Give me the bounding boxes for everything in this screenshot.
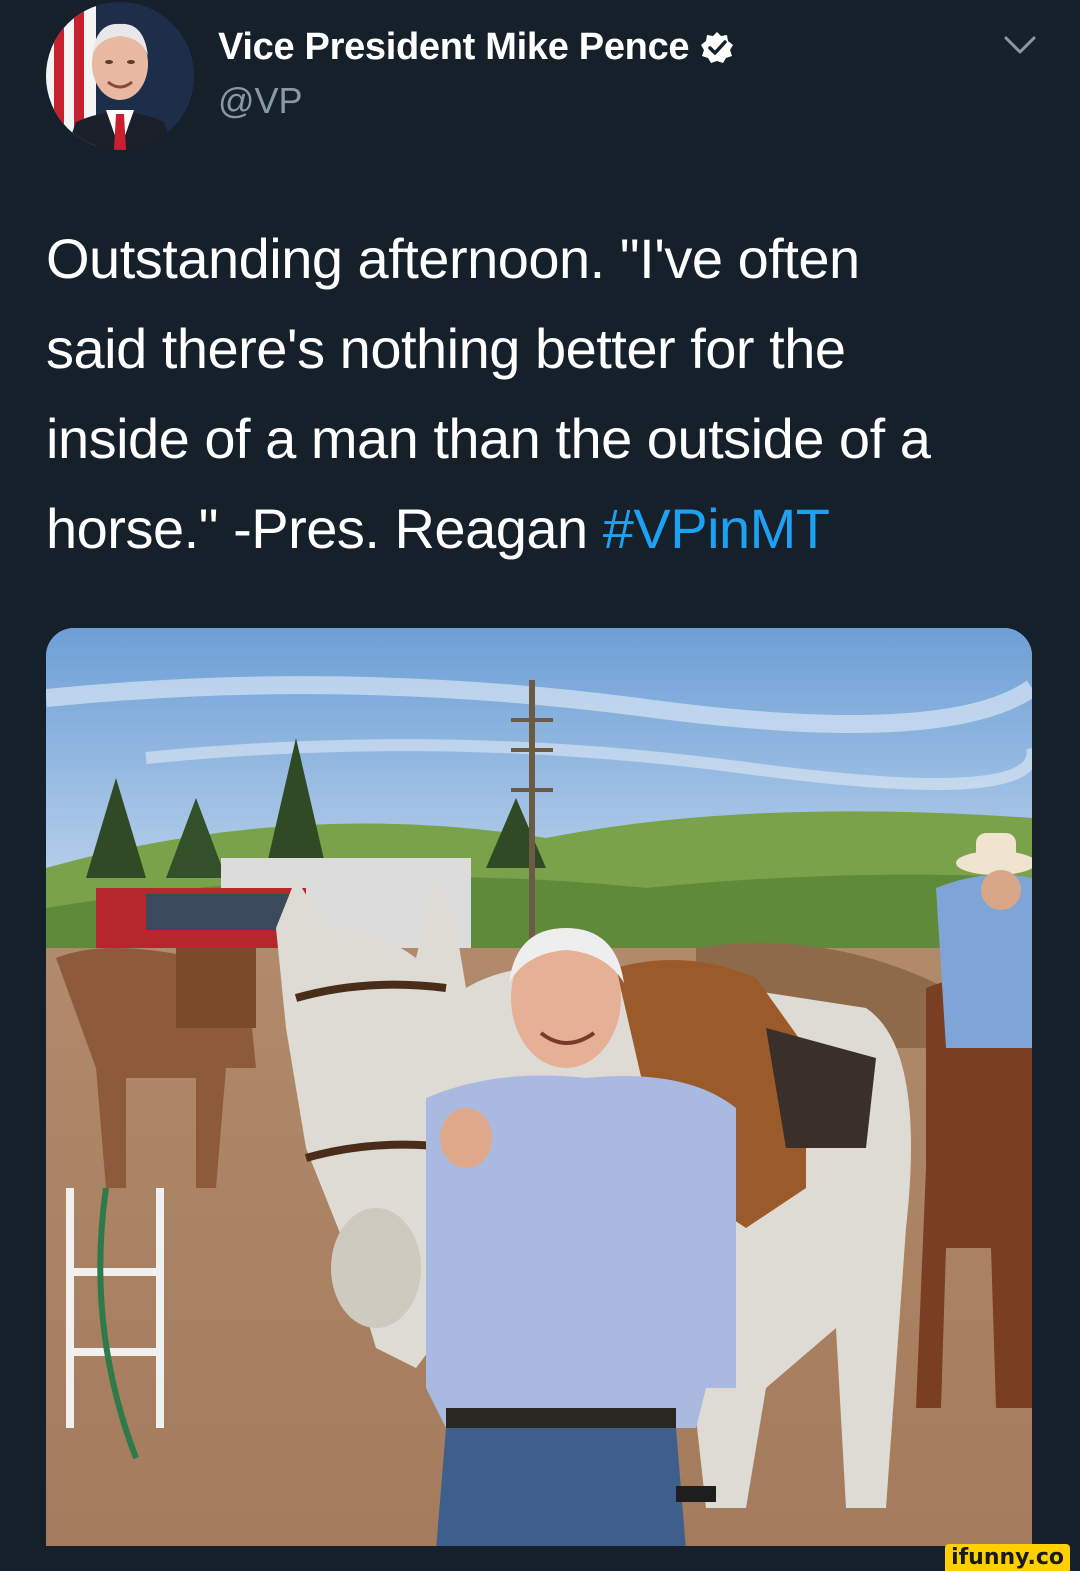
chevron-down-icon[interactable]: [1000, 30, 1040, 60]
avatar-image: [46, 2, 194, 150]
display-name[interactable]: Vice President Mike Pence: [218, 26, 690, 69]
name-row: Vice President Mike Pence: [218, 26, 735, 69]
tweet-text: Outstanding afternoon. "I've often said …: [46, 214, 1046, 574]
tweet-text-line: horse." -Pres. Reagan #VPinMT: [46, 484, 1046, 574]
bottom-bar: [0, 1546, 1080, 1571]
photo-illustration: [46, 628, 1032, 1550]
ifunny-watermark: ifunny.co: [945, 1544, 1070, 1571]
tweet-header: Vice President Mike Pence @VP: [0, 0, 1080, 170]
handle[interactable]: @VP: [218, 80, 303, 122]
tweet-text-line: said there's nothing better for the: [46, 317, 846, 380]
tweet-text-line-end: horse." -Pres. Reagan: [46, 497, 603, 560]
tweet-text-line: Outstanding afternoon. "I've often: [46, 227, 860, 290]
verified-badge-icon: [699, 30, 735, 66]
tweet-text-line: inside of a man than the outside of a: [46, 407, 931, 470]
hashtag-link[interactable]: #VPinMT: [603, 497, 830, 560]
tweet-photo[interactable]: [46, 628, 1032, 1550]
avatar[interactable]: [46, 2, 194, 150]
